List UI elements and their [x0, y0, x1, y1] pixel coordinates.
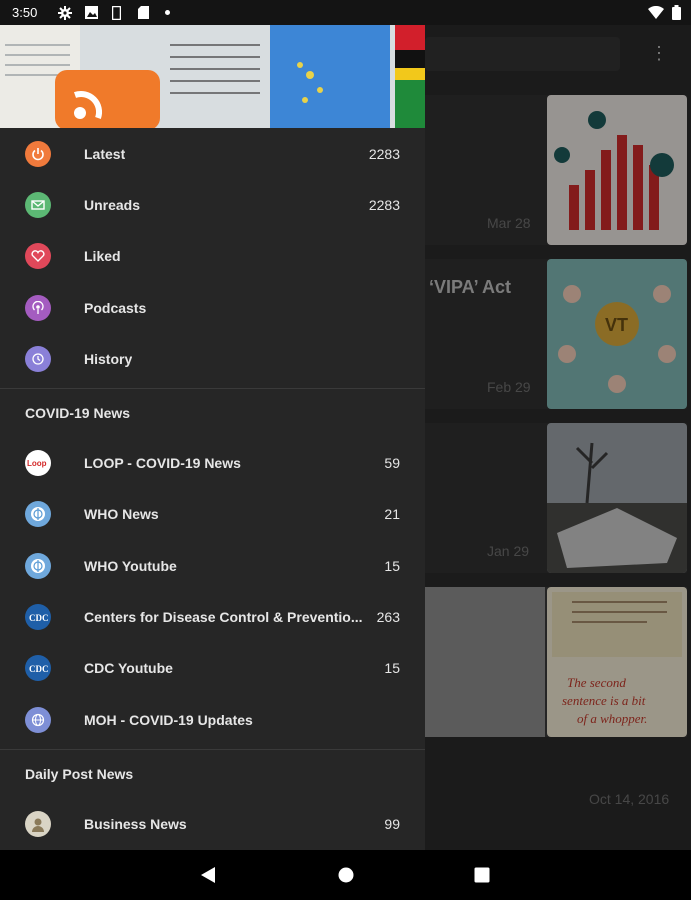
drawer-header-image [0, 25, 425, 128]
avatar-icon [25, 810, 51, 837]
sd-card-icon [138, 6, 149, 19]
menu-item-label: Latest [84, 145, 126, 162]
feed-item-cdc-youtube[interactable]: CDC CDC Youtube 15 [0, 643, 425, 694]
menu-item-unreads[interactable]: Unreads 2283 [0, 179, 425, 230]
loop-logo-icon: Loop [25, 450, 51, 477]
feed-item-label: WHO Youtube [84, 557, 177, 574]
svg-text:CDC: CDC [29, 613, 48, 623]
menu-item-count: 2283 [368, 196, 400, 213]
svg-text:CDC: CDC [29, 664, 48, 674]
who-logo-icon [25, 501, 51, 528]
wifi-icon [648, 6, 664, 19]
menu-item-latest[interactable]: Latest 2283 [0, 128, 425, 179]
image-icon [85, 6, 98, 19]
svg-text:Loop: Loop [27, 459, 47, 468]
globe-icon [25, 706, 51, 733]
feed-item-who-youtube[interactable]: WHO Youtube 15 [0, 540, 425, 591]
status-bar: 3:50 [0, 0, 691, 25]
recents-icon [474, 867, 490, 883]
podcast-icon [25, 294, 51, 321]
feed-item-count: 15 [384, 660, 400, 677]
settings-icon [58, 6, 72, 20]
drawer-menu: Latest 2283 Unreads 2283 Liked Podcasts … [0, 128, 425, 850]
menu-item-liked[interactable]: Liked [0, 231, 425, 282]
menu-item-label: Liked [84, 248, 121, 265]
feed-item-label: CDC Youtube [84, 660, 173, 677]
feed-item-label: WHO News [84, 506, 159, 523]
back-button[interactable] [178, 850, 238, 900]
phone-icon [112, 6, 121, 20]
system-navigation-bar [0, 850, 691, 900]
section-header: Daily Post News [25, 766, 134, 783]
feed-item-loop[interactable]: Loop LOOP - COVID-19 News 59 [0, 437, 425, 488]
feed-item-count: 21 [384, 506, 400, 523]
feed-item-label: MOH - COVID-19 Updates [84, 711, 253, 728]
feed-item-count: 263 [376, 609, 400, 626]
rss-logo-icon [55, 70, 160, 128]
home-button[interactable] [316, 850, 376, 900]
feed-item-moh[interactable]: MOH - COVID-19 Updates [0, 694, 425, 745]
heart-icon [25, 243, 51, 270]
envelope-icon [25, 191, 51, 218]
home-icon [338, 867, 354, 883]
feed-item-business-news[interactable]: Business News 99 [0, 798, 425, 849]
menu-item-history[interactable]: History [0, 333, 425, 384]
section-header: COVID-19 News [25, 405, 131, 422]
power-icon [25, 140, 51, 167]
status-time: 3:50 [12, 5, 38, 20]
feed-item-count: 99 [384, 815, 400, 832]
feed-item-label: Centers for Disease Control & Preventio.… [84, 609, 363, 626]
feed-item-cdc[interactable]: CDC Centers for Disease Control & Preven… [0, 591, 425, 642]
recents-button[interactable] [452, 850, 512, 900]
cdc-logo-icon: CDC [25, 655, 51, 682]
who-logo-icon [25, 552, 51, 579]
navigation-drawer: Latest 2283 Unreads 2283 Liked Podcasts … [0, 25, 425, 850]
feed-item-count: 59 [384, 455, 400, 472]
feed-item-count: 15 [384, 557, 400, 574]
menu-item-count: 2283 [368, 145, 400, 162]
menu-item-label: Podcasts [84, 299, 147, 316]
feed-item-label: LOOP - COVID-19 News [84, 455, 241, 472]
menu-item-label: History [84, 350, 133, 367]
cdc-logo-icon: CDC [25, 604, 51, 631]
notification-dot-icon [165, 10, 170, 15]
feed-item-label: Business News [84, 815, 187, 832]
menu-item-podcasts[interactable]: Podcasts [0, 282, 425, 333]
feed-item-who-news[interactable]: WHO News 21 [0, 489, 425, 540]
back-icon [201, 867, 215, 883]
history-icon [25, 345, 51, 372]
menu-item-label: Unreads [84, 196, 141, 213]
battery-icon [672, 5, 681, 20]
